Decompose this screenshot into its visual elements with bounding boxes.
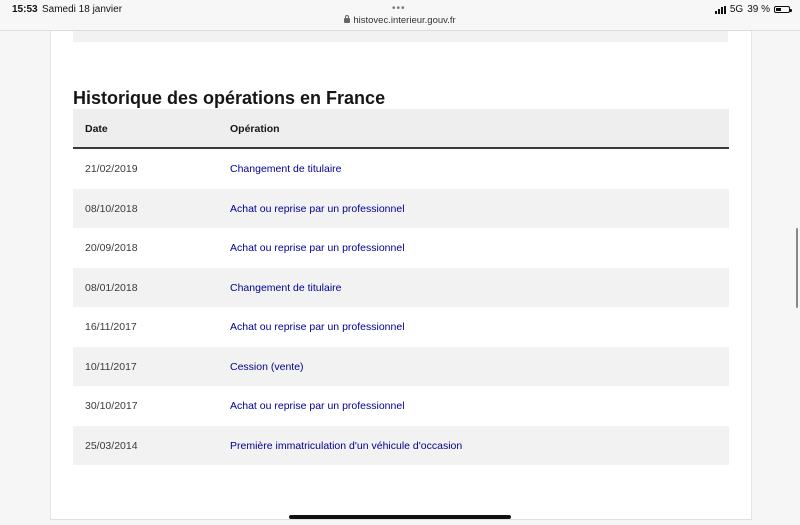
cell-date: 08/10/2018 — [85, 202, 138, 215]
cell-operation-link[interactable]: Achat ou reprise par un professionnel — [230, 242, 405, 254]
table-row: 08/01/2018 Changement de titulaire — [73, 267, 729, 307]
cell-operation-link[interactable]: Achat ou reprise par un professionnel — [230, 203, 405, 215]
table-row: 21/02/2019 Changement de titulaire — [73, 149, 729, 189]
table-body: 21/02/2019 Changement de titulaire 08/10/2… — [73, 149, 729, 465]
cell-operation-link[interactable]: Changement de titulaire — [230, 282, 342, 294]
battery-fill — [776, 8, 781, 11]
status-date: Samedi 18 janvier — [42, 4, 123, 15]
cell-operation-link[interactable]: Cession (vente) — [230, 361, 304, 373]
address-bar[interactable]: histovec.interieur.gouv.fr — [0, 15, 800, 26]
section-title: Historique des opérations en France — [73, 88, 386, 108]
header-operation: Opération — [230, 123, 280, 135]
operations-table: Date Opération 21/02/2019 Changement de t… — [73, 109, 729, 465]
battery-percent: 39 % — [747, 4, 770, 15]
cell-operation-link[interactable]: Changement de titulaire — [230, 163, 342, 175]
more-dots-icon[interactable]: ••• — [392, 3, 406, 14]
status-time: 15:53 — [12, 4, 38, 15]
battery-icon — [774, 6, 792, 13]
table-row: 16/11/2017 Achat ou reprise par un profes… — [73, 307, 729, 347]
scrollbar[interactable] — [796, 228, 798, 308]
previous-section-strip — [73, 31, 728, 42]
content-card: Historique des opérations en France Date… — [50, 31, 752, 520]
signal-icon — [714, 5, 726, 14]
cell-operation-link[interactable]: Achat ou reprise par un professionnel — [230, 400, 405, 412]
cell-operation-link[interactable]: Première immatriculation d'un véhicule d… — [230, 440, 462, 452]
table-header: Date Opération — [73, 109, 729, 149]
cell-date: 20/09/2018 — [85, 242, 138, 254]
cell-operation-link[interactable]: Achat ou reprise par un professionnel — [230, 321, 405, 333]
status-bar: 15:53 Samedi 18 janvier ••• histovec.int… — [0, 0, 800, 31]
table-row: 08/10/2018 Achat ou reprise par un profes… — [73, 188, 729, 228]
cell-date: 10/11/2017 — [85, 360, 137, 373]
table-row: 20/09/2018 Achat ou reprise par un profes… — [73, 228, 729, 268]
table-row: 30/10/2017 Achat ou reprise par un profes… — [73, 386, 729, 426]
header-date: Date — [85, 123, 108, 135]
cell-date: 21/02/2019 — [85, 163, 138, 175]
cell-date: 25/03/2014 — [85, 439, 138, 452]
cell-date: 30/10/2017 — [85, 400, 138, 412]
url-text: histovec.interieur.gouv.fr — [353, 15, 456, 26]
table-row: 10/11/2017 Cession (vente) — [73, 346, 729, 386]
status-right: 5G 39 % — [714, 4, 792, 15]
home-indicator[interactable] — [289, 515, 511, 519]
cell-date: 08/01/2018 — [85, 281, 138, 294]
cell-date: 16/11/2017 — [85, 321, 137, 333]
network-label: 5G — [729, 4, 744, 15]
table-row: 25/03/2014 Première immatriculation d'un … — [73, 425, 729, 465]
lock-icon — [344, 15, 351, 23]
